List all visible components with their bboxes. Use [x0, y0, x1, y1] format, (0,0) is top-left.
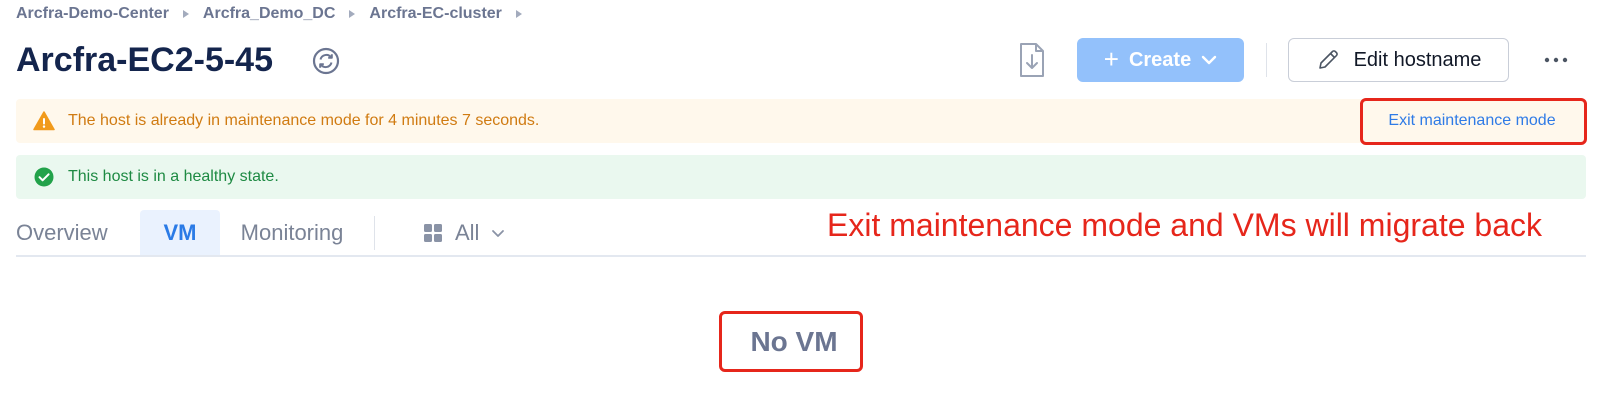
- create-button[interactable]: + Create: [1077, 38, 1244, 82]
- maintenance-alert-text: The host is already in maintenance mode …: [68, 112, 540, 129]
- create-button-label: Create: [1128, 48, 1192, 71]
- pencil-icon: [1318, 50, 1338, 69]
- tab-vm[interactable]: VM: [140, 210, 220, 256]
- highlight-box-exit-maintenance: [1360, 98, 1587, 145]
- warning-icon: [33, 111, 55, 131]
- refresh-icon[interactable]: [312, 47, 340, 75]
- highlight-box-no-vm: [719, 311, 863, 372]
- check-circle-icon: [34, 167, 54, 187]
- breadcrumb-datacenter-center[interactable]: Arcfra-Demo-Center: [16, 5, 169, 23]
- health-alert-text: This host is in a healthy state.: [68, 168, 279, 185]
- grid-icon: [424, 224, 442, 242]
- chevron-down-icon: [492, 230, 505, 237]
- breadcrumb-cluster[interactable]: Arcfra-EC-cluster: [369, 5, 501, 23]
- breadcrumb-separator-icon: [515, 10, 522, 18]
- more-actions-button[interactable]: [1540, 48, 1572, 72]
- tabs-underline: [16, 255, 1586, 257]
- tab-divider: [374, 216, 375, 250]
- tab-monitoring[interactable]: Monitoring: [220, 210, 364, 256]
- vm-filter-label: All: [455, 220, 480, 245]
- plus-icon: +: [1103, 44, 1119, 74]
- edit-hostname-button[interactable]: Edit hostname: [1288, 38, 1509, 82]
- tab-overview[interactable]: Overview: [16, 210, 140, 256]
- breadcrumb-separator-icon: [349, 10, 356, 18]
- page-title: Arcfra-EC2-5-45: [16, 41, 273, 79]
- edit-hostname-label: Edit hostname: [1353, 48, 1482, 71]
- more-horizontal-icon: [1544, 57, 1568, 63]
- toolbar-divider: [1266, 43, 1267, 77]
- breadcrumb-datacenter[interactable]: Arcfra_Demo_DC: [203, 5, 336, 23]
- host-detail-page: Arcfra-Demo-Center Arcfra_Demo_DC Arcfra…: [0, 0, 1600, 414]
- tab-bar: Overview VM Monitoring: [16, 210, 364, 256]
- health-alert: This host is in a healthy state.: [16, 155, 1586, 199]
- chevron-down-icon: [1202, 55, 1217, 65]
- vm-filter-dropdown[interactable]: All: [423, 219, 505, 247]
- annotation-text: Exit maintenance mode and VMs will migra…: [827, 207, 1542, 243]
- breadcrumb-separator-icon: [182, 10, 189, 18]
- maintenance-alert: The host is already in maintenance mode …: [16, 99, 1586, 143]
- breadcrumb: Arcfra-Demo-Center Arcfra_Demo_DC Arcfra…: [16, 4, 536, 24]
- export-icon[interactable]: [1017, 42, 1047, 78]
